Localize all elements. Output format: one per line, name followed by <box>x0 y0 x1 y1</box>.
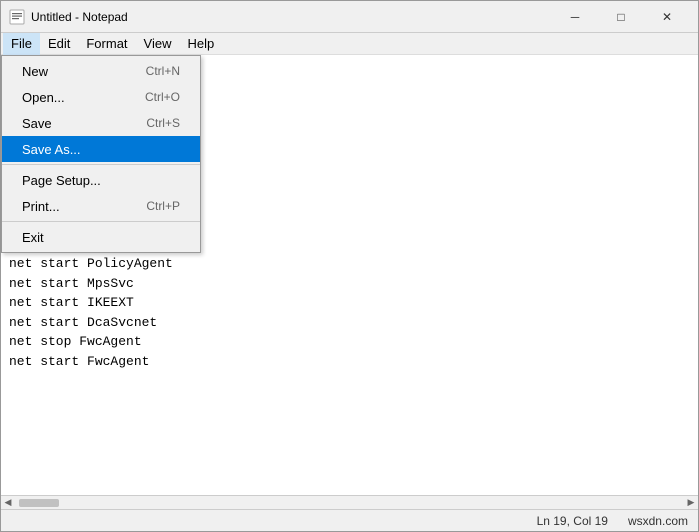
menu-print-label: Print... <box>22 199 60 214</box>
status-source: wsxdn.com <box>628 514 688 528</box>
notepad-window: Untitled - Notepad ─ □ ✕ File Edit Forma… <box>0 0 699 532</box>
menu-open[interactable]: Open... Ctrl+O <box>2 84 200 110</box>
menu-bar: File Edit Format View Help New Ctrl+N Op… <box>1 33 698 55</box>
menu-save-as[interactable]: Save As... <box>2 136 200 162</box>
menu-save-as-label: Save As... <box>22 142 81 157</box>
app-icon <box>9 9 25 25</box>
menu-exit-label: Exit <box>22 230 44 245</box>
menu-view[interactable]: View <box>136 33 180 55</box>
menu-exit[interactable]: Exit <box>2 224 200 250</box>
close-button[interactable]: ✕ <box>644 1 690 33</box>
separator-1 <box>2 164 200 165</box>
menu-print[interactable]: Print... Ctrl+P <box>2 193 200 219</box>
menu-open-label: Open... <box>22 90 65 105</box>
menu-new-label: New <box>22 64 48 79</box>
window-controls: ─ □ ✕ <box>552 1 690 33</box>
menu-open-shortcut: Ctrl+O <box>145 90 180 104</box>
scroll-track[interactable] <box>15 498 684 508</box>
menu-page-setup-label: Page Setup... <box>22 173 101 188</box>
menu-page-setup[interactable]: Page Setup... <box>2 167 200 193</box>
status-bar: Ln 19, Col 19 wsxdn.com <box>1 509 698 531</box>
menu-save[interactable]: Save Ctrl+S <box>2 110 200 136</box>
window-title: Untitled - Notepad <box>31 10 552 24</box>
file-dropdown: New Ctrl+N Open... Ctrl+O Save Ctrl+S Sa… <box>1 55 201 253</box>
menu-save-label: Save <box>22 116 52 131</box>
title-bar: Untitled - Notepad ─ □ ✕ <box>1 1 698 33</box>
scroll-thumb[interactable] <box>19 499 59 507</box>
cursor-position: Ln 19, Col 19 <box>537 514 608 528</box>
scroll-right-arrow[interactable]: ▶ <box>684 496 698 510</box>
separator-2 <box>2 221 200 222</box>
menu-new[interactable]: New Ctrl+N <box>2 58 200 84</box>
menu-help[interactable]: Help <box>179 33 222 55</box>
minimize-button[interactable]: ─ <box>552 1 598 33</box>
menu-format[interactable]: Format <box>78 33 135 55</box>
menu-edit[interactable]: Edit <box>40 33 78 55</box>
horizontal-scrollbar[interactable]: ◀ ▶ <box>1 495 698 509</box>
menu-save-shortcut: Ctrl+S <box>146 116 180 130</box>
maximize-button[interactable]: □ <box>598 1 644 33</box>
menu-new-shortcut: Ctrl+N <box>146 64 180 78</box>
menu-file[interactable]: File <box>3 33 40 55</box>
scroll-left-arrow[interactable]: ◀ <box>1 496 15 510</box>
menu-print-shortcut: Ctrl+P <box>146 199 180 213</box>
